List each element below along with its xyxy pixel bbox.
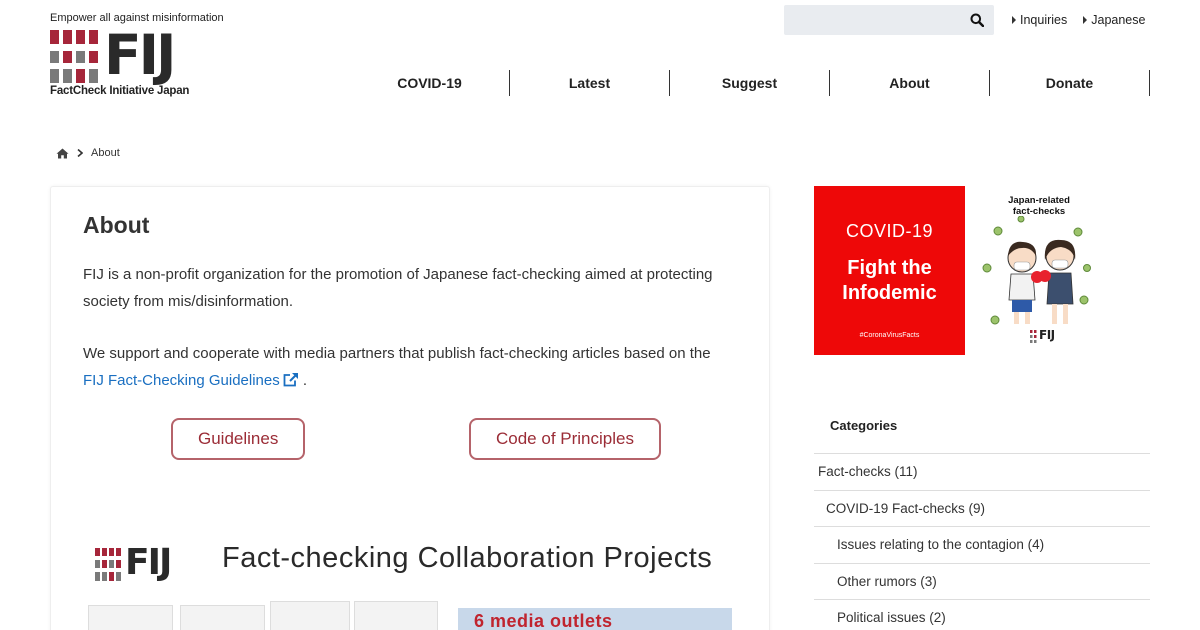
search-icon[interactable] bbox=[970, 13, 984, 27]
category-item[interactable]: Fact-checks (11) bbox=[814, 454, 1150, 491]
covid-banner-hashtag: #CoronaVirusFacts bbox=[859, 332, 920, 339]
covid-banner-slogan: Fight the Infodemic bbox=[842, 257, 937, 304]
article-thumbnail bbox=[354, 601, 438, 630]
article-thumbnail bbox=[180, 605, 265, 630]
category-item[interactable]: Issues relating to the contagion (4) bbox=[814, 527, 1150, 564]
category-item[interactable]: Political issues (2) bbox=[814, 600, 1150, 630]
about-description: FIJ is a non-profit organization for the… bbox=[83, 266, 713, 310]
main-nav: COVID-19 Latest Suggest About Donate bbox=[350, 70, 1150, 96]
category-item[interactable]: COVID-19 Fact-checks (9) bbox=[814, 491, 1150, 527]
logo-subtitle: FactCheck Initiative Japan bbox=[50, 85, 190, 97]
top-links: Inquiries Japanese bbox=[1012, 13, 1145, 27]
nav-item-covid19[interactable]: COVID-19 bbox=[350, 70, 510, 96]
search-input[interactable] bbox=[784, 5, 994, 35]
guidelines-link[interactable]: FIJ Fact-Checking Guidelines bbox=[83, 372, 299, 389]
banner-title: Fact-checking Collaboration Projects bbox=[222, 542, 713, 574]
guidelines-button[interactable]: Guidelines bbox=[171, 418, 306, 460]
chevron-right-icon bbox=[77, 149, 83, 157]
category-item[interactable]: Other rumors (3) bbox=[814, 564, 1150, 600]
article-thumbnail bbox=[88, 605, 173, 630]
media-outlets-text: 6 media outlets bbox=[474, 611, 613, 630]
banner-logo-mark bbox=[95, 548, 123, 581]
about-card: About FIJ is a non-profit organization f… bbox=[50, 186, 770, 630]
categories-list: Fact-checks (11) COVID-19 Fact-checks (9… bbox=[814, 453, 1150, 630]
categories-heading: Categories bbox=[830, 418, 898, 433]
japanese-link[interactable]: Japanese bbox=[1083, 13, 1145, 27]
nav-item-suggest[interactable]: Suggest bbox=[670, 70, 830, 96]
japan-banner-title: Japan-related fact-checks bbox=[1008, 195, 1070, 217]
media-outlets-box: 6 media outlets bbox=[458, 608, 732, 630]
external-link-icon bbox=[283, 373, 298, 387]
home-icon[interactable] bbox=[56, 148, 69, 159]
caret-right-icon bbox=[1012, 16, 1016, 24]
nav-item-latest[interactable]: Latest bbox=[510, 70, 670, 96]
code-of-principles-button[interactable]: Code of Principles bbox=[469, 418, 661, 460]
logo-mark bbox=[50, 30, 98, 83]
article-thumbnail bbox=[270, 601, 350, 630]
covid-infodemic-banner[interactable]: COVID-19 Fight the Infodemic #CoronaViru… bbox=[814, 186, 965, 355]
japan-factchecks-banner[interactable]: Japan-related fact-checks FIJ bbox=[975, 186, 1115, 355]
inquiries-link[interactable]: Inquiries bbox=[1012, 13, 1067, 27]
japan-banner-logo: FIJ bbox=[1039, 328, 1055, 342]
page-title: About bbox=[83, 212, 150, 238]
about-partners-text: We support and cooperate with media part… bbox=[83, 345, 711, 389]
nav-item-about[interactable]: About bbox=[830, 70, 990, 96]
logo-letters: FIJ bbox=[104, 23, 176, 87]
breadcrumb-current: About bbox=[91, 147, 120, 159]
covid-banner-title: COVID-19 bbox=[845, 221, 934, 241]
breadcrumb: About bbox=[56, 147, 120, 159]
banner-logo-letters: FIJ bbox=[125, 542, 172, 583]
site-logo[interactable]: FIJ FactCheck Initiative Japan bbox=[50, 24, 195, 100]
caret-right-icon bbox=[1083, 16, 1088, 24]
collaboration-banner[interactable]: FIJ Fact-checking Collaboration Projects… bbox=[88, 542, 738, 630]
nav-item-donate[interactable]: Donate bbox=[990, 70, 1150, 96]
